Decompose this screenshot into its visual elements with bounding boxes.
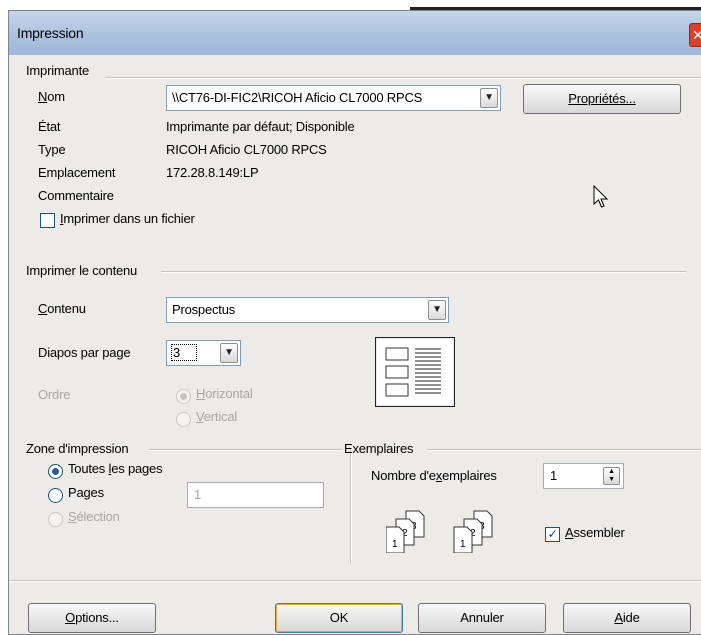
order-vertical-radio[interactable] (176, 412, 191, 427)
content-group-line (161, 271, 686, 273)
handout-layout-preview-icon (375, 337, 455, 407)
copies-group-label: Exemplaires (344, 441, 414, 456)
slides-per-page-select[interactable]: 3 ▼ (166, 340, 241, 366)
slides-per-page-value: 3 (170, 344, 198, 361)
chevron-down-icon[interactable]: ▼ (480, 88, 498, 108)
title-bar[interactable]: Impression ✕ (9, 11, 701, 55)
printer-name-select[interactable]: \\CT76-DI-FIC2\RICOH Aficio CL7000 RPCS … (166, 85, 501, 111)
printer-name-value: \\CT76-DI-FIC2\RICOH Aficio CL7000 RPCS (172, 90, 423, 105)
collate-checkbox[interactable]: ✓ (545, 527, 560, 542)
properties-button-label: Propriétés... (568, 91, 636, 106)
collated-pages-icon: 3 2 1 3 2 1 (386, 510, 493, 553)
location-label: Emplacement (38, 165, 116, 180)
selection-radio[interactable] (48, 512, 63, 527)
help-button-label: Aide (614, 610, 640, 625)
pages-input-value: 1 (194, 487, 202, 502)
content-label: Contenu (38, 301, 86, 316)
printer-group-line (105, 77, 701, 79)
dialog-body: Imprimante Nom \\CT76-DI-FIC2\RICOH Afic… (9, 55, 701, 634)
state-label: État (38, 119, 61, 134)
ok-button[interactable]: OK (275, 603, 403, 633)
content-group-label: Imprimer le contenu (26, 263, 138, 278)
ok-button-label: OK (329, 610, 349, 625)
order-vertical-label: Vertical (196, 409, 238, 424)
print-dialog: Impression ✕ Imprimante Nom \\CT76-DI-FI… (8, 10, 701, 635)
chevron-down-icon[interactable]: ▼ (220, 343, 238, 363)
printer-group-label: Imprimante (26, 63, 90, 78)
selection-label: Sélection (68, 509, 120, 524)
copies-group-line (427, 449, 701, 451)
options-button[interactable]: Options... (28, 603, 156, 633)
copies-count-value: 1 (550, 468, 558, 483)
options-button-label: Options... (65, 610, 119, 625)
svg-text:1: 1 (392, 539, 398, 550)
print-to-file-checkbox[interactable] (40, 213, 55, 228)
copies-count-spinner[interactable]: 1 ▲ ▼ (543, 463, 624, 489)
content-select[interactable]: Prospectus ▼ (166, 297, 449, 323)
background-edge (410, 0, 701, 10)
pages-radio[interactable] (48, 488, 63, 503)
location-value: 172.28.8.149:LP (166, 165, 259, 180)
window-title: Impression (17, 25, 84, 41)
chevron-down-icon[interactable]: ▼ (428, 300, 446, 320)
cancel-button[interactable]: Annuler (418, 603, 546, 633)
order-label: Ordre (38, 387, 71, 402)
type-value: RICOH Aficio CL7000 RPCS (166, 142, 327, 157)
close-button[interactable]: ✕ (689, 23, 701, 47)
all-pages-label: Toutes les pages (68, 461, 163, 476)
spinner-arrows-icon[interactable]: ▲ ▼ (603, 467, 620, 485)
all-pages-radio[interactable] (48, 464, 63, 479)
pages-input[interactable]: 1 (187, 482, 324, 508)
print-range-group-line (149, 449, 343, 451)
copies-count-label: Nombre d'exemplaires (371, 468, 497, 483)
button-separator (9, 580, 701, 582)
mouse-pointer-icon (593, 185, 609, 208)
comment-label: Commentaire (38, 188, 114, 203)
close-icon: ✕ (690, 27, 701, 43)
pages-label: Pages (68, 485, 104, 500)
help-button[interactable]: Aide (563, 603, 691, 633)
order-horizontal-radio[interactable] (176, 389, 191, 404)
print-range-group-label: Zone d'impression (26, 441, 129, 456)
cancel-button-label: Annuler (460, 610, 504, 625)
type-label: Type (38, 142, 66, 157)
content-value: Prospectus (172, 302, 236, 317)
print-to-file-label[interactable]: Imprimer dans un fichier (60, 211, 195, 226)
order-horizontal-label: Horizontal (196, 386, 253, 401)
collate-label: Assembler (565, 525, 625, 540)
printer-name-label: Nom (38, 89, 65, 104)
copies-divider (350, 449, 352, 564)
properties-button[interactable]: Propriétés... (523, 84, 681, 114)
svg-text:1: 1 (460, 539, 466, 550)
state-value: Imprimante par défaut; Disponible (166, 119, 355, 134)
slides-per-page-label: Diapos par page (38, 345, 131, 360)
